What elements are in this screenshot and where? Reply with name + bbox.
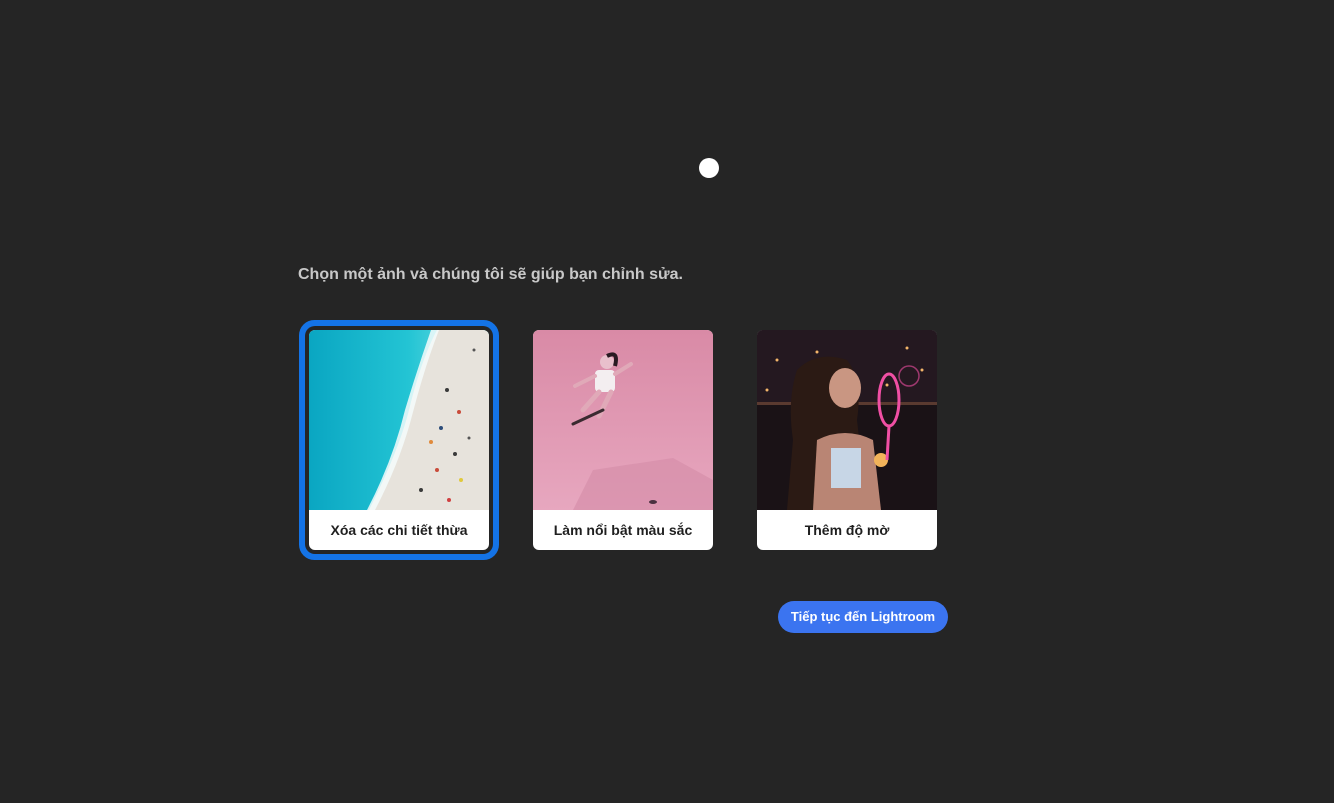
card-label: Làm nổi bật màu sắc	[553, 522, 693, 538]
photo-card-enhance-colors[interactable]: Làm nổi bật màu sắc	[533, 330, 713, 550]
card-label: Thêm độ mờ	[804, 522, 890, 538]
photo-card-add-blur[interactable]: Thêm độ mờ	[757, 330, 937, 550]
aerial-beach-photo	[309, 330, 489, 510]
card-label: Xóa các chi tiết thừa	[330, 522, 468, 538]
onboarding-screen: Chọn một ảnh và chúng tôi sẽ giúp bạn ch…	[0, 0, 1334, 803]
pink-skateboarder-photo	[533, 330, 713, 510]
woman-blowing-bubbles-night-photo	[757, 330, 937, 510]
photo-card-remove-details[interactable]: Xóa các chi tiết thừa	[309, 330, 489, 550]
prompt-text: Chọn một ảnh và chúng tôi sẽ giúp bạn ch…	[298, 266, 683, 283]
continue-to-lightroom-button[interactable]: Tiếp tục đến Lightroom	[778, 601, 948, 633]
loading-dot-icon	[699, 158, 719, 178]
